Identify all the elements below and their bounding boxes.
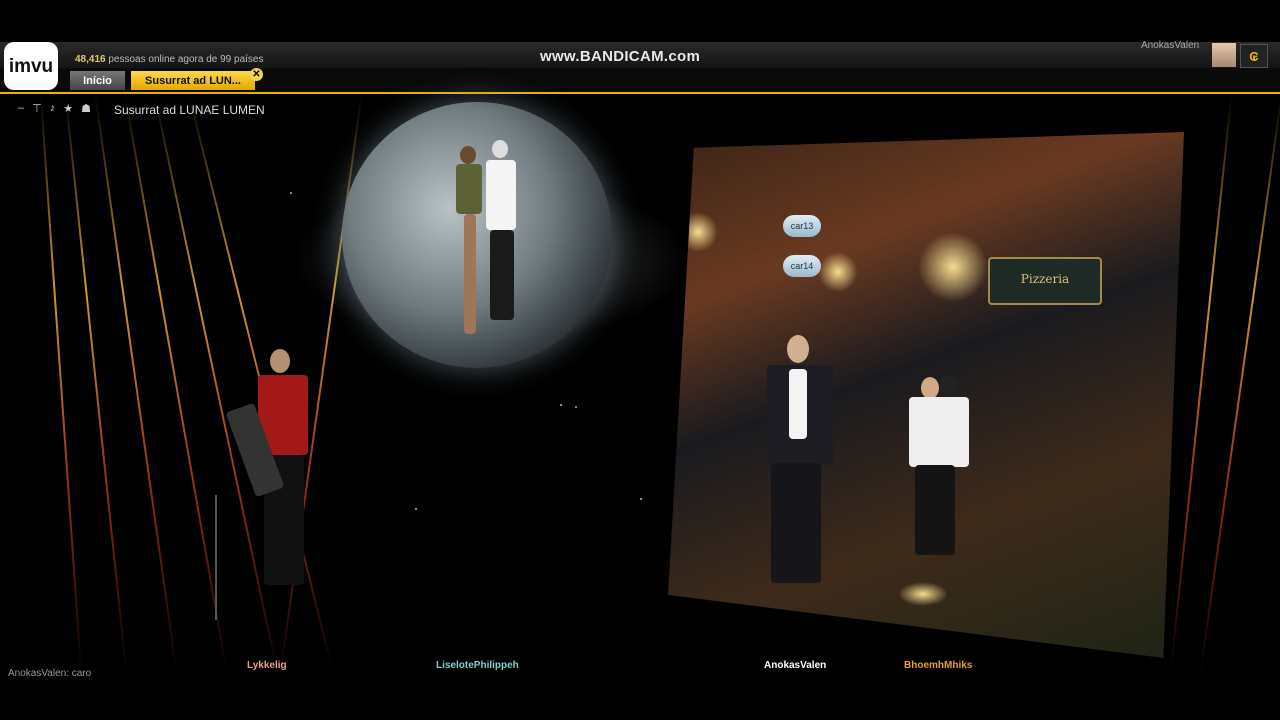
curtain-light <box>1199 94 1280 674</box>
online-text: pessoas online agora de 99 países <box>108 54 264 65</box>
avatar-legs <box>771 463 821 583</box>
star <box>415 508 417 510</box>
avatar-head <box>787 335 809 363</box>
avatar-body <box>456 164 482 214</box>
nametag-liselotephilippeh[interactable]: LiselotePhilippeh <box>436 660 519 671</box>
street-light <box>898 582 948 606</box>
street-light <box>818 252 858 292</box>
close-tab-icon[interactable]: ✕ <box>250 68 263 81</box>
avatar-body <box>486 160 516 230</box>
avatar-legs <box>490 230 514 320</box>
credits-icon[interactable]: ₢ <box>1240 44 1268 68</box>
avatar-legs <box>464 214 476 334</box>
avatar-head <box>939 375 957 395</box>
bandicam-watermark: www.BANDICAM.com <box>540 48 701 65</box>
avatar-shirt <box>789 369 807 439</box>
avatar-head <box>492 140 508 158</box>
nametag-lykkelig[interactable]: Lykkelig <box>247 660 287 671</box>
nametag-anokasvalen[interactable]: AnokasValen <box>764 660 826 671</box>
star <box>560 404 562 406</box>
poster-sign: Pizzeria <box>988 257 1102 305</box>
curtain-light <box>39 94 83 674</box>
letterbox-bottom <box>0 676 1280 720</box>
curtain-light <box>123 94 229 674</box>
letterbox-top <box>0 0 1280 42</box>
street-light <box>918 232 988 302</box>
star <box>290 192 292 194</box>
imvu-logo[interactable]: imvu <box>4 42 58 90</box>
avatar-body <box>909 397 969 467</box>
seat-bubble-car13[interactable]: car13 <box>783 215 821 237</box>
user-avatar[interactable] <box>1212 43 1236 67</box>
star <box>575 406 577 408</box>
nametag-bhoemhmhiks[interactable]: BhoemhMhiks <box>904 660 972 671</box>
online-status: 48,416 pessoas online agora de 99 países <box>75 54 264 65</box>
mic-stand <box>215 495 267 620</box>
online-count: 48,416 <box>75 54 106 65</box>
moon-backdrop <box>342 102 612 368</box>
avatar-legs <box>915 465 955 555</box>
avatar-head <box>270 349 290 373</box>
curtain-light <box>94 94 178 674</box>
avatar-head <box>921 377 939 399</box>
star <box>640 498 642 500</box>
username-label[interactable]: AnokasValen <box>1141 40 1199 51</box>
tab-room[interactable]: Susurrat ad LUN... <box>131 71 255 90</box>
avatar-head <box>460 146 476 164</box>
seat-bubble-car14[interactable]: car14 <box>783 255 821 277</box>
tab-home[interactable]: Início <box>70 71 125 90</box>
logo-text: imvu <box>8 55 54 77</box>
